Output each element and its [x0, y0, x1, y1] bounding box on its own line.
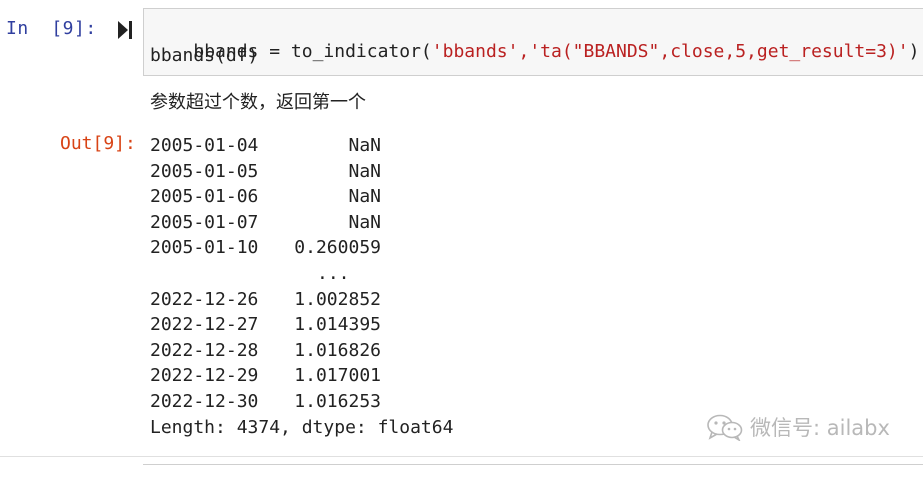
watermark: 微信号: ailabx	[706, 411, 890, 443]
series-index: 2022-12-29	[150, 365, 259, 387]
series-index: 2005-01-07	[150, 211, 259, 233]
code-line-1: bbands = to_indicator('bbands','ta("BBAN…	[150, 19, 919, 85]
series-row: 2022-12-28 1.016826	[150, 338, 470, 364]
series-row: 2022-12-29 1.017001	[150, 363, 470, 389]
cell-divider	[0, 456, 923, 457]
code-close-paren: )	[908, 41, 920, 62]
series-footer-row: Length: 4374, dtype: float64	[150, 415, 470, 441]
series-value: 1.014395	[294, 314, 381, 336]
series-value: NaN	[348, 186, 381, 208]
series-footer: Length: 4374, dtype: float64	[150, 416, 454, 438]
watermark-text: 微信号: ailabx	[750, 416, 890, 440]
series-row: 2005-01-04 NaN	[150, 133, 470, 159]
series-value: 0.260059	[294, 237, 381, 259]
series-index: 2005-01-10	[150, 237, 259, 259]
series-value: 1.016826	[294, 339, 381, 361]
series-row: 2022-12-27 1.014395	[150, 312, 470, 338]
code-string-literal: 'bbands','ta("BBANDS",close,5,get_result…	[431, 41, 909, 62]
series-row: 2005-01-06 NaN	[150, 184, 470, 210]
series-index: 2022-12-28	[150, 339, 259, 361]
output-prompt: Out[9]:	[60, 133, 136, 154]
next-cell-top-edge[interactable]	[143, 464, 923, 465]
series-index: 2022-12-30	[150, 390, 259, 412]
series-ellipsis: ...	[317, 262, 350, 284]
markdown-note: 参数超过个数，返回第一个	[150, 92, 366, 113]
series-row: 2022-12-26 1.002852	[150, 287, 470, 313]
series-value: 1.002852	[294, 288, 381, 310]
series-index: 2005-01-04	[150, 135, 259, 156]
series-index: 2005-01-06	[150, 186, 259, 208]
series-ellipsis-row: ...	[150, 261, 470, 287]
input-prompt: In [9]:	[6, 18, 97, 39]
series-value: NaN	[348, 211, 381, 233]
series-row: 2005-01-05 NaN	[150, 159, 470, 185]
code-line-2: bbands(df)	[150, 45, 259, 66]
series-value: NaN	[348, 160, 381, 182]
series-row: 2005-01-10 0.260059	[150, 235, 470, 261]
series-row: 2005-01-07 NaN	[150, 210, 470, 236]
series-index: 2005-01-05	[150, 160, 259, 182]
series-index: 2022-12-26	[150, 288, 259, 310]
series-row: 2022-12-30 1.016253	[150, 389, 470, 415]
code-input-area[interactable]: bbands = to_indicator('bbands','ta("BBAN…	[143, 8, 923, 76]
run-cell-icon[interactable]	[118, 20, 132, 40]
series-index: 2022-12-27	[150, 314, 259, 336]
series-value: 1.017001	[294, 365, 381, 387]
wechat-icon	[706, 413, 744, 441]
output-series: 2005-01-04 NaN 2005-01-05 NaN 2005-01-06…	[150, 133, 470, 440]
series-value: NaN	[348, 135, 381, 156]
series-value: 1.016253	[294, 390, 381, 412]
